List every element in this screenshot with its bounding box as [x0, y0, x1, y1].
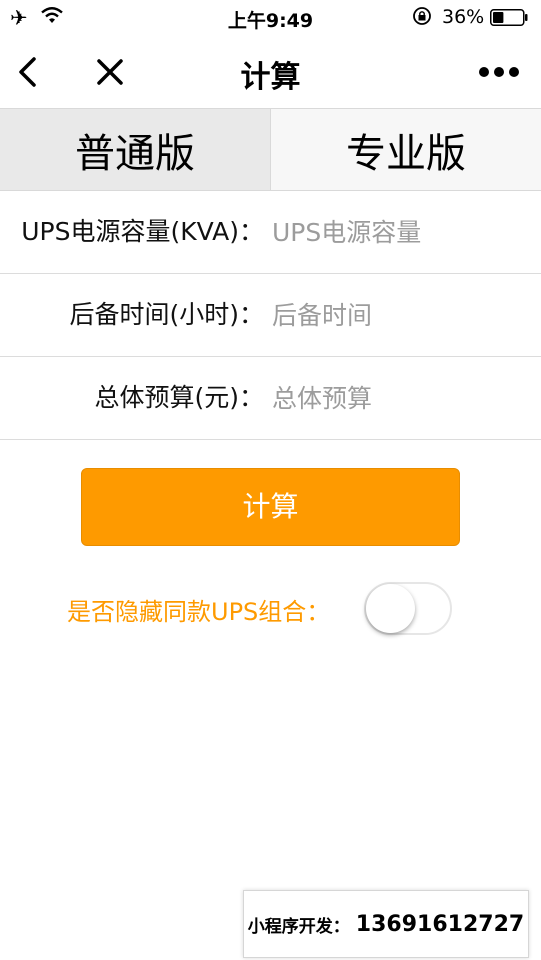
capacity-input[interactable] — [272, 209, 532, 255]
backup-time-label: 后备时间(小时)： — [69, 300, 264, 329]
status-bar: ✈ 上午9:49 36% — [0, 0, 541, 38]
capacity-row: UPS电源容量(KVA)： — [0, 191, 541, 274]
calculate-button[interactable]: 计算 — [81, 468, 460, 546]
page-title: 计算 — [240, 60, 301, 95]
more-dots-icon[interactable] — [478, 66, 520, 78]
screen: ✈ 上午9:49 36% 计算 普通版 专业版 UPS电源容量(KVA)： UP… — [0, 0, 541, 960]
version-tabs: 普通版 专业版 — [0, 108, 541, 191]
backup-time-input[interactable] — [272, 292, 532, 338]
developer-phone: 13691612727 — [355, 911, 525, 937]
battery-percent: 36% — [442, 6, 485, 28]
hide-same-ups-label: 是否隐藏同款UPS组合： — [67, 598, 331, 626]
backup-time-row: 后备时间(小时)： — [0, 274, 541, 357]
battery-icon — [490, 9, 528, 26]
budget-row: 总体预算(元)： — [0, 357, 541, 440]
hide-same-ups-toggle[interactable] — [364, 582, 452, 635]
rotation-lock-icon — [413, 7, 431, 25]
capacity-label: UPS电源容量(KVA)： — [21, 217, 264, 246]
budget-label: 总体预算(元)： — [94, 383, 264, 412]
budget-input[interactable] — [272, 375, 532, 421]
developer-label: 小程序开发： — [247, 916, 350, 937]
developer-contact-badge: 小程序开发： 13691612727 — [243, 890, 529, 958]
toggle-knob — [366, 584, 415, 633]
tab-professional[interactable]: 专业版 — [271, 109, 541, 190]
nav-bar: 计算 — [0, 38, 541, 108]
tab-standard[interactable]: 普通版 — [0, 109, 271, 190]
